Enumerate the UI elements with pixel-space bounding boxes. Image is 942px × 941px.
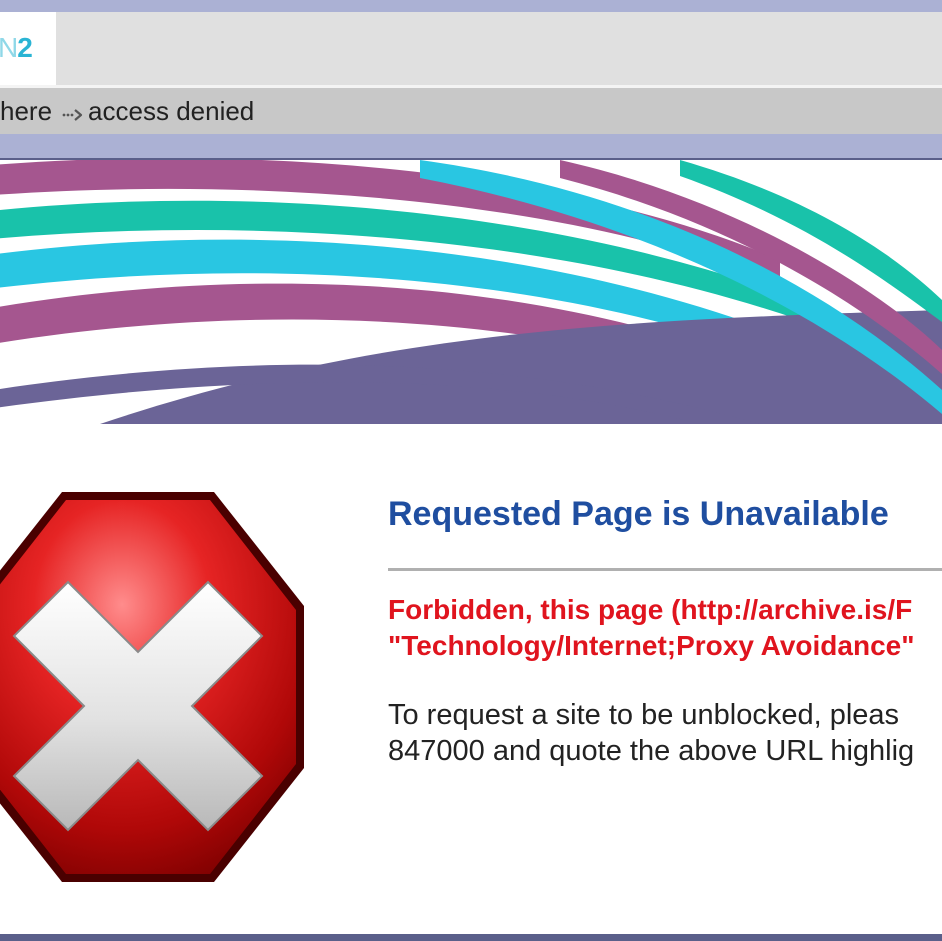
error-message: Forbidden, this page (http://archive.is/…	[388, 592, 915, 664]
unblock-instructions-line-1: To request a site to be unblocked, pleas	[388, 699, 900, 731]
logo-letter-n: N	[0, 32, 18, 63]
breadcrumb-bar: here access denied	[0, 88, 942, 134]
banner-swoosh-graphic	[0, 158, 942, 424]
double-arrow-right-icon	[62, 98, 84, 128]
error-message-line-1: Forbidden, this page (http://archive.is/…	[388, 594, 913, 625]
header-bar: N2	[0, 12, 942, 85]
unblock-instructions-line-2: 847000 and quote the above URL highlig	[388, 735, 915, 767]
sub-strip	[0, 134, 942, 158]
breadcrumb-item-here[interactable]: here	[0, 96, 52, 126]
blocked-page: N2 here access denied Requested Page is …	[0, 0, 942, 941]
page-title: Requested Page is Unavailable	[388, 495, 889, 533]
stop-error-icon	[0, 486, 304, 886]
logo-text: N2	[0, 32, 33, 63]
unblock-instructions: To request a site to be unblocked, pleas…	[388, 697, 914, 769]
footer-border	[0, 934, 942, 941]
breadcrumb-item-access-denied: access denied	[88, 96, 255, 126]
error-message-line-2: "Technology/Internet;Proxy Avoidance"	[388, 630, 915, 661]
logo-digit-2: 2	[17, 32, 33, 63]
top-strip	[0, 0, 942, 12]
title-divider	[388, 568, 942, 571]
banner-image	[0, 158, 942, 424]
logo: N2	[0, 12, 56, 85]
breadcrumb: here access denied	[0, 96, 254, 128]
